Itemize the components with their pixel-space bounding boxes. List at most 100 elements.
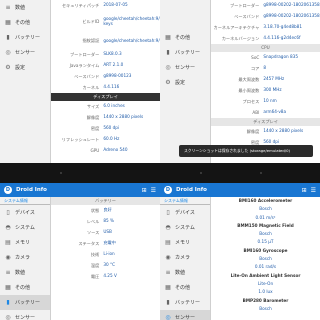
- info-row: プロセス 10 nm: [211, 96, 320, 107]
- screenshot-bottom-right: D Droid Info ⊞ ☰ システム情報 ▯ デバイス ◓ システム ▤ メモリ ◉ カ…: [160, 183, 320, 320]
- sidebar-item[interactable]: ▤ メモリ: [160, 235, 210, 250]
- sidebar-item[interactable]: ≡ 数値: [0, 0, 50, 15]
- info-row: ブートローダー SLK8.0.3: [51, 49, 160, 60]
- sidebar-item[interactable]: ▮ バッテリー: [160, 295, 210, 310]
- app-title: Droid Info: [176, 187, 207, 193]
- section-header: ディスプレイ: [211, 118, 320, 126]
- phone-icon: ▯: [166, 209, 170, 216]
- info-row: ブートローダー g8998-00202-1802061358: [211, 0, 320, 11]
- menu-icon[interactable]: ☰: [311, 187, 316, 194]
- sidebar-section-label: システム情報: [0, 197, 50, 205]
- info-value: USB: [103, 229, 112, 235]
- info-row: 技術 Li-ion: [51, 249, 160, 260]
- grid-view-icon[interactable]: ⊞: [302, 187, 307, 194]
- info-row: カーネル 4.4.116: [51, 82, 160, 93]
- menu-icon[interactable]: ☰: [151, 187, 156, 194]
- info-key: 電圧: [90, 273, 100, 279]
- sidebar-item[interactable]: ◓ システム: [0, 220, 50, 235]
- sidebar-item[interactable]: ▮ バッテリー: [160, 45, 210, 60]
- sidebar: システム情報 ▯ デバイス ◓ システム ▤ メモリ ◉ カメラ ≡ 数値 ▦ その他 ▮ バッテリー ◎ セ…: [160, 197, 211, 320]
- info-row: サイズ 6.0 inches: [51, 101, 160, 112]
- sidebar-item[interactable]: ◎ センサー: [160, 310, 210, 320]
- sidebar-item[interactable]: ⚙ 設定: [0, 60, 50, 75]
- info-value: 4.4.116: [103, 84, 120, 90]
- info-value: 6.0 inches: [103, 103, 125, 109]
- info-value: 85 %: [103, 218, 114, 224]
- info-panel: セキュリティパッチ 2018-07-05 ビルドID google/cheetah/c…: [51, 0, 160, 163]
- sidebar-item-label: その他: [175, 35, 191, 41]
- sidebar: システム情報 ▯ デバイス ◓ システム ▤ メモリ ◉ カメラ ≡ 数値 ▦ その他 ▮ バッテリー ◎ セ…: [0, 197, 51, 320]
- sidebar-item[interactable]: ◉ カメラ: [0, 250, 50, 265]
- sidebar-item-label: システム: [15, 225, 35, 231]
- grid-view-icon[interactable]: ⊞: [142, 187, 147, 194]
- info-key: ブートローダー: [229, 2, 260, 8]
- info-key: ABI: [252, 110, 260, 115]
- info-row: 温度 30 °C: [51, 260, 160, 271]
- info-key: サイズ: [86, 103, 100, 109]
- sensor-icon: ◎: [5, 314, 11, 320]
- info-row: カーネルアーキテクチャ 3.18.70-g4ed8b81: [211, 22, 320, 33]
- info-value: 3.18.70-g4ed8b81: [263, 24, 303, 30]
- sidebar-item[interactable]: ▦ その他: [0, 15, 50, 30]
- sensor-name: BMM150 Magnetic Field: [237, 222, 294, 228]
- apps-icon: ▦: [5, 284, 11, 291]
- toast-message: スクリーンショットは保存されました (storage/emulated/0): [179, 145, 313, 157]
- screenshot-bottom-left: D Droid Info ⊞ ☰ システム情報 ▯ デバイス ◓ システム ▤ メモリ ◉ カ…: [0, 183, 160, 320]
- nav-dot: [200, 172, 202, 174]
- sidebar-item-label: センサー: [175, 315, 196, 320]
- info-value: SLK8.0.3: [103, 51, 122, 57]
- sidebar-item[interactable]: ▮ バッテリー: [0, 295, 50, 310]
- sidebar-item[interactable]: ◉ カメラ: [160, 250, 210, 265]
- sidebar-item[interactable]: ≡ 数値: [0, 265, 50, 280]
- sidebar-item[interactable]: ◎ センサー: [160, 60, 210, 75]
- info-value: 4.4.116-g2d4ec6f: [263, 35, 301, 41]
- sidebar-item[interactable]: ◎ センサー: [0, 45, 50, 60]
- sensor-detail: Bosch: [259, 206, 272, 212]
- info-key: ソース: [86, 229, 100, 235]
- sensor-detail: 0.15 µT: [257, 239, 274, 245]
- info-value: 8: [263, 65, 266, 71]
- section-header: バッテリー: [51, 197, 160, 205]
- apps-icon: ▦: [165, 284, 171, 291]
- sidebar-item[interactable]: ▯ デバイス: [160, 205, 210, 220]
- info-row: 電圧 4.25 V: [51, 271, 160, 282]
- sidebar-item[interactable]: ▦ その他: [0, 280, 50, 295]
- sidebar-item[interactable]: ≡ 数値: [160, 265, 210, 280]
- sidebar-item-label: その他: [15, 20, 31, 26]
- nav-dot: [60, 172, 62, 174]
- info-row: 密度 560 dpi: [51, 123, 160, 134]
- section-header: CPU: [211, 44, 320, 52]
- sidebar: ≡ 数値 ▦ その他 ▮ バッテリー ◎ センサー ⚙ 設定: [0, 0, 51, 163]
- sidebar-item[interactable]: ▦ その他: [160, 280, 210, 295]
- info-value: 1440 x 2880 pixels: [103, 114, 144, 120]
- screenshot-top-left: ≡ 数値 ▦ その他 ▮ バッテリー ◎ センサー ⚙ 設定 セキュリティパッチ 2018-07-0…: [0, 0, 160, 163]
- info-value: 10 nm: [263, 98, 277, 104]
- camera-icon: ◉: [165, 254, 171, 261]
- sidebar: ▦ その他 ▮ バッテリー ◎ センサー ⚙ 設定: [160, 0, 211, 163]
- sidebar-item-label: デバイス: [175, 210, 195, 216]
- sidebar-item[interactable]: ▦ その他: [160, 30, 210, 45]
- sensor-name: BMP280 Barometer: [242, 297, 289, 303]
- sensor-detail: 1.0 lux: [258, 289, 273, 295]
- sidebar-item[interactable]: ▯ デバイス: [0, 205, 50, 220]
- info-value: g8998-00202-1802061358: [263, 13, 320, 19]
- sensor-detail: Lite-On: [257, 280, 274, 286]
- info-row: ABI arm64-v8a: [211, 107, 320, 118]
- sidebar-item-label: 数値: [175, 270, 186, 276]
- sidebar-item-label: バッテリー: [175, 50, 201, 56]
- sidebar-item[interactable]: ⚙ 設定: [160, 75, 210, 90]
- info-key: 最小周波数: [238, 87, 260, 93]
- info-key: レベル: [86, 218, 100, 224]
- sensor-detail: Bosch: [259, 231, 272, 237]
- sensor-name: BMI160 Accelerometer: [238, 198, 293, 203]
- info-value: 充電中: [103, 240, 116, 246]
- sidebar-item[interactable]: ◎ センサー: [0, 310, 50, 320]
- info-value: Snapdragon 835: [263, 54, 298, 60]
- info-key: 技術: [90, 251, 100, 257]
- navigation-bar: [0, 163, 320, 183]
- sidebar-item[interactable]: ▤ メモリ: [0, 235, 50, 250]
- sidebar-item[interactable]: ▮ バッテリー: [0, 30, 50, 45]
- screenshot-top-right: ▦ その他 ▮ バッテリー ◎ センサー ⚙ 設定 ブートローダー g8998-00202-18…: [160, 0, 320, 163]
- info-row: 状態 良好: [51, 205, 160, 216]
- sidebar-item[interactable]: ◓ システム: [160, 220, 210, 235]
